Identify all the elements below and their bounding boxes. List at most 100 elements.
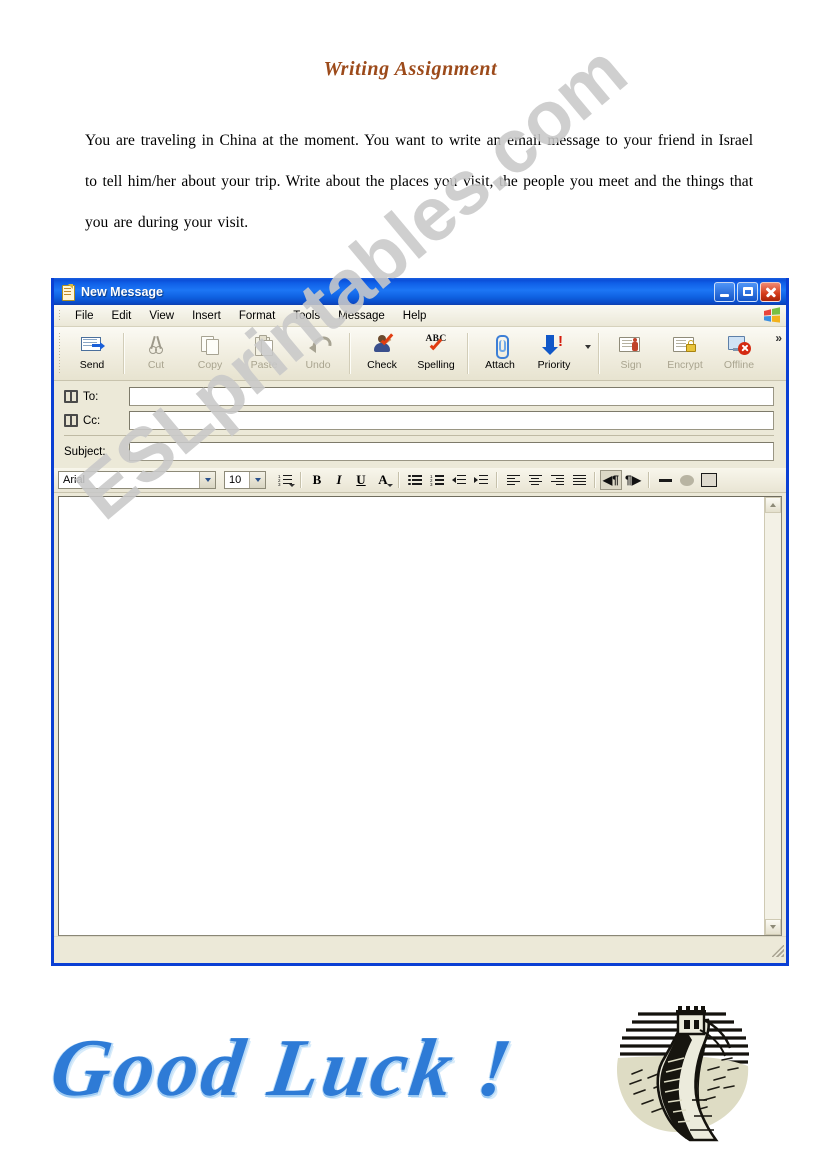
to-label: To: (83, 390, 99, 403)
menu-item-file[interactable]: File (66, 308, 103, 324)
chevron-down-icon[interactable] (249, 472, 265, 488)
decrease-indent-button[interactable] (448, 470, 470, 490)
scissors-icon (143, 333, 169, 357)
bullet-list-button[interactable] (404, 470, 426, 490)
window-controls (714, 281, 783, 302)
align-left-icon (506, 474, 520, 486)
address-separator (64, 435, 774, 436)
align-right-icon (550, 474, 564, 486)
spelling-abc-icon: ABC (423, 333, 449, 357)
copy-button[interactable]: Copy (183, 327, 237, 380)
send-button[interactable]: Send (65, 327, 119, 380)
assignment-instructions: You are traveling in China at the moment… (85, 132, 753, 231)
toolbar-overflow-button[interactable]: » (775, 331, 782, 345)
toolbar-separator (648, 472, 650, 488)
paperclip-icon (487, 333, 513, 359)
message-body-container (54, 493, 786, 936)
message-text-input[interactable] (59, 497, 764, 935)
great-wall-of-china-image (616, 1006, 749, 1142)
insert-picture-button[interactable] (698, 470, 720, 490)
digital-sign-icon (618, 333, 644, 357)
message-scrollbar[interactable] (764, 497, 781, 935)
undo-button[interactable]: Undo (291, 327, 345, 380)
numbered-list-button[interactable]: 1 2 3 (426, 470, 448, 490)
address-header: To: Cc: Subject: (54, 381, 786, 468)
copy-icon (197, 333, 223, 357)
priority-button[interactable]: ! Priority (527, 327, 581, 380)
menu-item-edit[interactable]: Edit (103, 308, 141, 324)
font-color-button[interactable]: A (372, 470, 394, 490)
toolbar-separator (594, 472, 596, 488)
offline-button[interactable]: Offline (712, 327, 766, 380)
to-input[interactable] (129, 387, 774, 406)
minimize-button[interactable] (714, 281, 735, 302)
priority-dropdown-arrow[interactable] (581, 327, 594, 380)
horizontal-rule-button[interactable] (654, 470, 676, 490)
bullet-list-icon (408, 474, 422, 486)
font-size-select[interactable]: 10 (224, 471, 266, 489)
windows-flag-icon (764, 307, 780, 323)
sign-button[interactable]: Sign (604, 327, 658, 380)
menu-item-view[interactable]: View (140, 308, 183, 324)
spelling-button[interactable]: ABC Spelling (409, 327, 463, 380)
scroll-down-icon[interactable] (765, 919, 781, 935)
italic-button[interactable]: I (328, 470, 350, 490)
undo-icon (305, 332, 336, 359)
bold-button[interactable]: B (306, 470, 328, 490)
font-size-value: 10 (229, 474, 242, 486)
window-resize-grip[interactable] (772, 945, 784, 957)
cut-button[interactable]: Cut (129, 327, 183, 380)
cc-row: Cc: (64, 411, 774, 430)
encrypt-lock-icon (672, 333, 698, 357)
toolbar-separator (598, 333, 600, 374)
menubar-drag-handle[interactable] (58, 309, 61, 322)
align-center-icon (528, 474, 542, 486)
menu-item-help[interactable]: Help (394, 308, 436, 324)
underline-button[interactable]: U (350, 470, 372, 490)
new-message-window: New Message File Edit View Insert Format… (51, 278, 789, 966)
toolbar-separator (123, 333, 125, 374)
menu-item-insert[interactable]: Insert (183, 308, 230, 324)
good-luck-text: Good Luck ! (45, 1022, 520, 1113)
menu-item-format[interactable]: Format (230, 308, 284, 324)
status-bar (54, 936, 786, 959)
check-names-button[interactable]: Check (355, 327, 409, 380)
toolbar-separator (496, 472, 498, 488)
address-book-icon[interactable] (64, 390, 79, 403)
justify-button[interactable] (568, 470, 590, 490)
align-left-button[interactable] (502, 470, 524, 490)
paragraph-style-button[interactable]: 123 (274, 470, 296, 490)
attach-button[interactable]: Attach (473, 327, 527, 380)
toolbar-separator (349, 333, 351, 374)
paste-button[interactable]: Paste (237, 327, 291, 380)
priority-arrow-icon: ! (541, 333, 567, 357)
align-right-button[interactable] (546, 470, 568, 490)
address-book-icon[interactable] (64, 414, 79, 427)
font-family-value: Arial (63, 474, 86, 486)
underline-label: U (356, 472, 366, 487)
window-titlebar: New Message (54, 278, 786, 305)
toolbar-separator (467, 333, 469, 374)
insert-hyperlink-icon (680, 474, 694, 486)
toolbar-separator (300, 472, 302, 488)
increase-indent-button[interactable] (470, 470, 492, 490)
font-family-select[interactable]: Arial (58, 471, 216, 489)
chevron-down-icon[interactable] (199, 472, 215, 488)
horizontal-rule-icon (658, 478, 672, 482)
menu-bar: File Edit View Insert Format Tools Messa… (54, 305, 786, 327)
ltr-paragraph-button[interactable]: ◀¶ (600, 470, 622, 490)
encrypt-button[interactable]: Encrypt (658, 327, 712, 380)
rtl-paragraph-button[interactable]: ¶▶ (622, 470, 644, 490)
subject-input[interactable] (129, 442, 774, 461)
insert-hyperlink-button[interactable] (676, 470, 698, 490)
decrease-indent-icon (452, 474, 466, 486)
cc-input[interactable] (129, 411, 774, 430)
menu-item-message[interactable]: Message (329, 308, 394, 324)
toolbar-drag-handle[interactable] (58, 332, 61, 375)
main-toolbar: Send Cut Copy Paste Undo Check ABC Spell… (54, 327, 786, 381)
maximize-button[interactable] (737, 281, 758, 302)
menu-item-tools[interactable]: Tools (284, 308, 329, 324)
align-center-button[interactable] (524, 470, 546, 490)
scroll-up-icon[interactable] (765, 497, 781, 513)
close-button[interactable] (760, 281, 781, 302)
